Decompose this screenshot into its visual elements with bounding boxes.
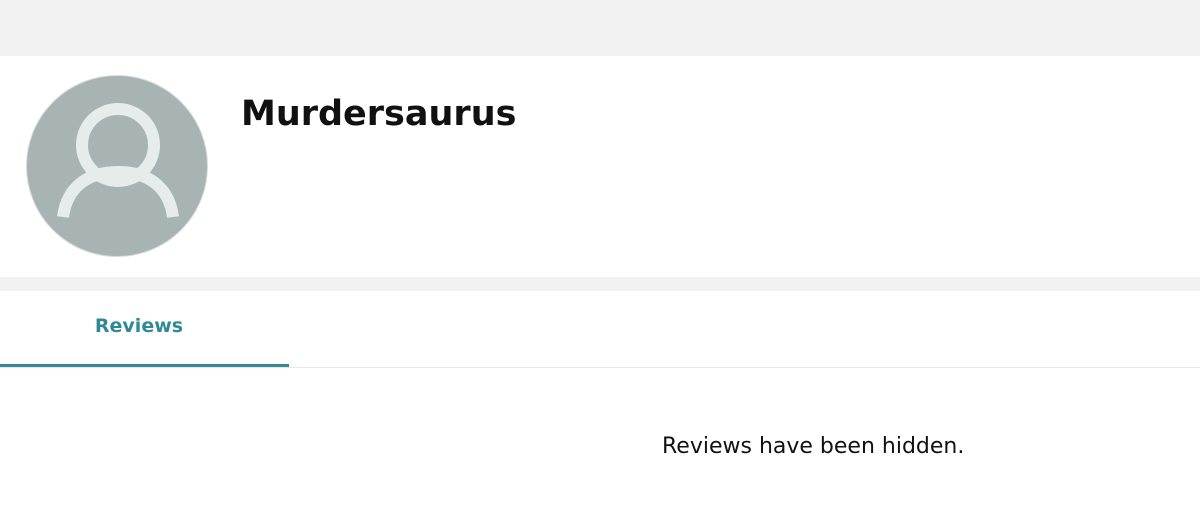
user-silhouette-icon [57, 103, 179, 219]
avatar[interactable] [26, 75, 208, 257]
reviews-hidden-message: Reviews have been hidden. [662, 434, 965, 459]
section-divider [0, 277, 1200, 291]
profile-name: Murdersaurus [241, 94, 517, 134]
profile-header: Murdersaurus [0, 56, 1200, 277]
top-band [0, 0, 1200, 56]
tab-bar: Reviews [0, 291, 1200, 368]
tab-reviews[interactable]: Reviews [0, 291, 289, 367]
reviews-content: Reviews have been hidden. [0, 368, 1200, 522]
tab-reviews-label: Reviews [94, 315, 184, 337]
